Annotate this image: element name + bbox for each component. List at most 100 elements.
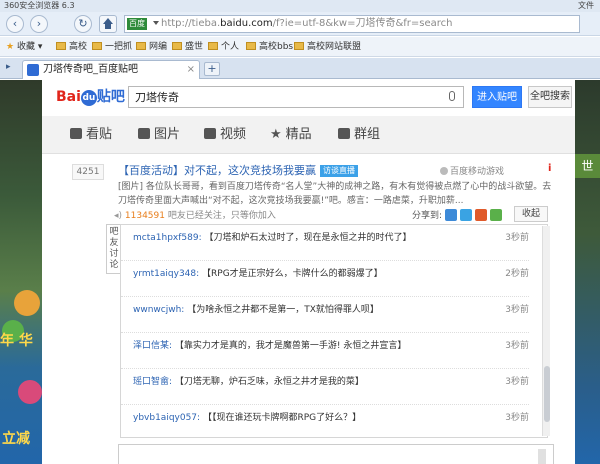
- thread-title[interactable]: 【百度活动】对不起，这次竞技场我要赢 访谈直播: [118, 162, 358, 178]
- share-renren-icon[interactable]: [490, 209, 503, 221]
- comment-time: 3秒前: [505, 377, 529, 387]
- info-icon[interactable]: i: [548, 163, 551, 174]
- tab-videos[interactable]: 视频: [204, 116, 246, 154]
- folder-icon: [208, 42, 218, 50]
- group-icon: [338, 128, 350, 139]
- comment-user[interactable]: yrmt1aiqy348:: [133, 269, 199, 279]
- comment-text: 【【现在谁还玩卡牌啊都RPG了好么？】: [202, 413, 362, 423]
- sidebar-toggle-icon[interactable]: ▸: [6, 62, 16, 74]
- refresh-button[interactable]: ↻: [74, 15, 92, 33]
- comment-line: yrmt1aiqy348: 【RPG才是正宗好么，卡牌什么的都弱爆了】: [133, 266, 383, 279]
- background-art-left: 年 华 立减: [0, 80, 42, 464]
- tab-images[interactable]: 图片: [138, 116, 180, 154]
- thread-source[interactable]: 百度移动游戏: [440, 164, 504, 177]
- folder-icon: [92, 42, 102, 50]
- comment-list: mcta1hpxf589: 【刀塔和炉石太过时了，现在是永恒之井的时代了】 3秒前…: [120, 224, 548, 438]
- fav-item[interactable]: 盛世: [172, 37, 203, 57]
- comment-user[interactable]: wwnwcjwh:: [133, 305, 184, 315]
- comment-time: 3秒前: [505, 341, 529, 351]
- list-item: wwnwcjwh: 【为啥永恒之井都不是第一，TX就怕得罪人呗】 3秒前: [121, 297, 529, 333]
- tab-groups[interactable]: 群组: [338, 116, 380, 154]
- tab-featured[interactable]: ★ 精品: [270, 116, 312, 154]
- image-icon: [138, 128, 150, 139]
- share-weibo-icon[interactable]: [475, 209, 488, 221]
- microphone-icon[interactable]: [449, 91, 455, 101]
- search-engine-badge[interactable]: 百度: [127, 18, 147, 30]
- back-button[interactable]: ‹: [6, 15, 24, 33]
- forward-button[interactable]: ›: [30, 15, 48, 33]
- live-badge[interactable]: 访谈直播: [320, 165, 358, 177]
- fav-item[interactable]: 高校网站联盟: [294, 37, 361, 57]
- browser-titlebar: 360安全浏览器 6.3 文件: [0, 0, 600, 12]
- comment-scrollbar[interactable]: [542, 226, 550, 436]
- comment-line: 瑶口智畲: 【刀塔无聊，炉石乏味，永恒之井才是我的菜】: [133, 374, 364, 387]
- reply-input[interactable]: [118, 444, 554, 464]
- search-box[interactable]: [128, 86, 464, 108]
- list-item: 瑶口智畲: 【刀塔无聊，炉石乏味，永恒之井才是我的菜】 3秒前: [121, 369, 529, 405]
- tab-tieba[interactable]: 刀塔传奇吧_百度贴吧 ×: [22, 60, 200, 79]
- reply-scrollbar[interactable]: [538, 449, 546, 464]
- close-icon[interactable]: ×: [187, 61, 195, 79]
- baidu-logo[interactable]: Bai du 贴吧: [56, 86, 125, 108]
- list-item: mcta1hpxf589: 【刀塔和炉石太过时了，现在是永恒之井的时代了】 3秒前: [121, 225, 529, 261]
- document-icon: [70, 128, 82, 139]
- chevron-down-icon[interactable]: [153, 21, 159, 25]
- speaker-icon: ◂): [114, 211, 123, 221]
- list-item: yrmt1aiqy348: 【RPG才是正宗好么，卡牌什么的都弱爆了】 2秒前: [121, 261, 529, 297]
- scrollbar-thumb[interactable]: [544, 366, 550, 422]
- new-tab-button[interactable]: +: [204, 62, 220, 76]
- comment-time: 3秒前: [505, 413, 529, 423]
- collapse-button[interactable]: 收起: [514, 206, 548, 222]
- comment-text: 【为啥永恒之井都不是第一，TX就怕得罪人呗】: [187, 305, 379, 315]
- folder-icon: [136, 42, 146, 50]
- comment-time: 2秒前: [505, 269, 529, 279]
- browser-navbar: ‹ › ↻ 百度 http://tieba.baidu.com/f?ie=utf…: [0, 12, 600, 36]
- user-icon: [440, 167, 448, 175]
- list-item: 泽口信某: 【靠实力才是真的，我才是魔兽第一手游! 永恒之井宣言】 3秒前: [121, 333, 529, 369]
- fav-item[interactable]: 高校: [56, 37, 87, 57]
- tieba-nav: 看贴 图片 视频 ★ 精品 群组: [42, 116, 575, 154]
- home-icon[interactable]: [99, 15, 117, 33]
- comment-line: wwnwcjwh: 【为啥永恒之井都不是第一，TX就怕得罪人呗】: [133, 302, 379, 315]
- favorites-bar: ★ 收藏 ▾ 高校 一把抓 网编 盛世 个人 高校bbs 高校网站联盟: [0, 37, 600, 57]
- folder-icon: [246, 42, 256, 50]
- favorites-button[interactable]: ★ 收藏 ▾: [6, 37, 42, 57]
- comment-user[interactable]: ybvb1aiqy057:: [133, 413, 200, 423]
- comment-time: 3秒前: [505, 305, 529, 315]
- video-icon: [204, 128, 216, 139]
- comment-user[interactable]: 瑶口智畲:: [133, 377, 172, 387]
- tieba-header: Baidu贴吧 进入贴吧 全吧搜索: [42, 80, 575, 116]
- folder-icon: [172, 42, 182, 50]
- tab-bar: 刀塔传奇吧_百度贴吧 × +: [0, 58, 600, 79]
- fav-item[interactable]: 一把抓: [92, 37, 132, 57]
- fav-item[interactable]: 高校bbs: [246, 37, 293, 57]
- share-qzone-icon[interactable]: [460, 209, 473, 221]
- address-bar[interactable]: 百度 http://tieba.baidu.com/f?ie=utf-8&kw=…: [124, 15, 580, 33]
- browser-title: 360安全浏览器 6.3: [4, 1, 75, 10]
- comment-text: 【靠实力才是真的，我才是魔兽第一手游! 永恒之井宣言】: [174, 341, 407, 351]
- star-icon: ★: [6, 42, 15, 52]
- all-search-button[interactable]: 全吧搜索: [528, 86, 572, 108]
- address-url[interactable]: http://tieba.baidu.com/f?ie=utf-8&kw=刀塔传…: [161, 16, 453, 32]
- share-plus-icon[interactable]: [445, 209, 458, 221]
- list-item: ybvb1aiqy057: 【【现在谁还玩卡牌啊都RPG了好么？】 3秒前: [121, 405, 529, 441]
- comment-line: 泽口信某: 【靠实力才是真的，我才是魔兽第一手游! 永恒之井宣言】: [133, 338, 406, 351]
- share-bar: 分享到:: [412, 208, 503, 221]
- fav-item[interactable]: 个人: [208, 37, 239, 57]
- comment-time: 3秒前: [505, 233, 529, 243]
- comment-user[interactable]: mcta1hpxf589:: [133, 233, 202, 243]
- web-page: 年 华 立减 世 Baidu贴吧 进入贴吧 全吧搜索 看贴 图片 视频 ★精品 …: [0, 80, 600, 464]
- tab-posts[interactable]: 看贴: [70, 116, 112, 154]
- menu-file[interactable]: 文件: [578, 0, 594, 12]
- reply-count: 4251: [72, 164, 104, 180]
- thread-abstract: [图片] 各位队长哥哥，看到百度刀塔传奇“名人堂”大神的成神之路，有木有觉得被点…: [118, 182, 552, 206]
- follow-meta: ◂) 1134591 吧友已经关注，只等你加入: [114, 211, 276, 221]
- fav-item[interactable]: 网编: [136, 37, 167, 57]
- comment-user[interactable]: 泽口信某:: [133, 341, 172, 351]
- star-icon: ★: [270, 127, 282, 142]
- enter-tieba-button[interactable]: 进入贴吧: [472, 86, 522, 108]
- search-input[interactable]: [129, 87, 429, 107]
- folder-icon: [294, 42, 304, 50]
- background-art-right: 世: [575, 80, 600, 464]
- comment-text: 【刀塔无聊，炉石乏味，永恒之井才是我的菜】: [174, 377, 364, 387]
